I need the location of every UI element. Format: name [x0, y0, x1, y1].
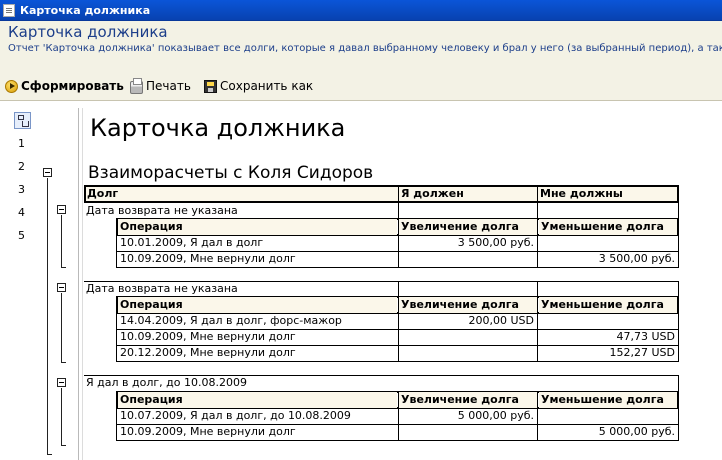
floppy-disk-icon	[204, 80, 217, 93]
subheader-increase: Увеличение долга	[399, 392, 537, 408]
outline-level-3[interactable]: 3	[18, 183, 25, 196]
gutter-divider	[78, 108, 79, 460]
outline-line	[61, 388, 62, 446]
generate-label: Сформировать	[21, 79, 124, 93]
operation-cell: 10.09.2009, Мне вернули долг	[120, 425, 296, 438]
increase-cell: 5 000,00 руб.	[457, 409, 534, 422]
outline-line	[61, 215, 62, 268]
play-icon	[5, 80, 18, 93]
print-label: Печать	[146, 79, 191, 93]
outline-line-end	[61, 362, 66, 363]
outline-gutter	[0, 102, 36, 460]
table-header-border	[84, 185, 679, 203]
increase-cell	[399, 424, 537, 440]
toolbar: Сформировать Печать Сохранить как	[0, 71, 722, 101]
printer-icon	[130, 78, 143, 94]
column-divider	[678, 375, 679, 391]
subheader-increase: Увеличение долга	[399, 297, 537, 313]
gutter-divider	[82, 108, 83, 460]
column-divider	[678, 281, 679, 297]
column-divider	[537, 219, 538, 235]
operation-cell: 10.07.2009, Я дал в долг, до 10.08.2009	[120, 409, 351, 422]
column-divider	[537, 281, 538, 297]
report-title: Карточка должника	[90, 114, 346, 142]
column-divider	[537, 186, 538, 202]
collapse-icon[interactable]	[57, 205, 66, 214]
tree-structure-icon[interactable]	[14, 112, 31, 129]
save-as-label: Сохранить как	[220, 79, 314, 93]
subheader-operation: Операция	[118, 219, 397, 235]
operation-cell: 20.12.2009, Мне вернули долг	[120, 346, 296, 359]
decrease-cell: 47,73 USD	[616, 330, 676, 343]
report-subtitle: Взаиморасчеты с Коля Сидоров	[88, 163, 374, 183]
subheader-decrease: Уменьшение долга	[539, 219, 677, 235]
column-divider	[398, 297, 399, 313]
column-divider	[537, 297, 538, 313]
save-as-button[interactable]: Сохранить как	[204, 78, 313, 95]
subheader-decrease: Уменьшение долга	[539, 392, 677, 408]
increase-cell: 200,00 USD	[468, 314, 535, 327]
column-divider	[678, 203, 679, 219]
decrease-cell: 152,27 USD	[609, 346, 676, 359]
subheader-operation: Операция	[118, 297, 397, 313]
collapse-icon[interactable]	[57, 378, 66, 387]
document-icon	[3, 4, 15, 17]
increase-cell	[399, 345, 537, 361]
increase-cell	[399, 329, 537, 345]
subheader-operation: Операция	[118, 392, 397, 408]
report-heading: Карточка должника	[8, 23, 168, 41]
operation-cell: 10.01.2009, Я дал в долг	[120, 236, 264, 249]
column-divider	[398, 219, 399, 235]
increase-cell	[399, 251, 537, 267]
window-titlebar[interactable]: Карточка должника	[0, 0, 722, 21]
outline-level-5[interactable]: 5	[18, 229, 25, 242]
outline-level-4[interactable]: 4	[18, 206, 25, 219]
collapse-icon[interactable]	[57, 283, 66, 292]
outline-level-2[interactable]: 2	[18, 160, 25, 173]
outline-line	[47, 178, 48, 455]
window-title: Карточка должника	[20, 4, 151, 17]
collapse-icon[interactable]	[43, 168, 52, 177]
operation-cell: 14.04.2009, Я дал в долг, форс-мажор	[120, 314, 342, 327]
outline-line-end	[61, 267, 66, 268]
decrease-cell: 5 000,00 руб.	[598, 425, 675, 438]
operation-cell: 10.09.2009, Мне вернули долг	[120, 330, 296, 343]
subheader-decrease: Уменьшение долга	[539, 297, 677, 313]
outline-line	[61, 293, 62, 363]
operation-cell: 10.09.2009, Мне вернули долг	[120, 252, 296, 265]
group-label: Дата возврата не указана	[86, 282, 238, 295]
decrease-cell	[538, 408, 678, 424]
group-label: Дата возврата не указана	[86, 204, 238, 217]
group-label: Я дал в долг, до 10.08.2009	[86, 376, 247, 389]
column-divider	[537, 392, 538, 408]
column-divider	[398, 281, 399, 297]
column-divider	[398, 203, 399, 219]
decrease-cell	[538, 235, 678, 251]
outline-line-end	[61, 445, 66, 446]
subheader-increase: Увеличение долга	[399, 219, 537, 235]
increase-cell: 3 500,00 руб.	[457, 236, 534, 249]
decrease-cell: 3 500,00 руб.	[598, 252, 675, 265]
report-description: Отчет 'Карточка должника' показывает все…	[8, 43, 722, 54]
report-header: Карточка должника Отчет 'Карточка должни…	[0, 21, 722, 71]
outline-line-end	[47, 454, 52, 455]
column-divider	[398, 186, 399, 202]
print-button[interactable]: Печать	[130, 78, 191, 95]
column-divider	[398, 392, 399, 408]
outline-level-1[interactable]: 1	[18, 137, 25, 150]
column-divider	[537, 203, 538, 219]
generate-button[interactable]: Сформировать	[5, 78, 124, 95]
decrease-cell	[538, 313, 678, 329]
